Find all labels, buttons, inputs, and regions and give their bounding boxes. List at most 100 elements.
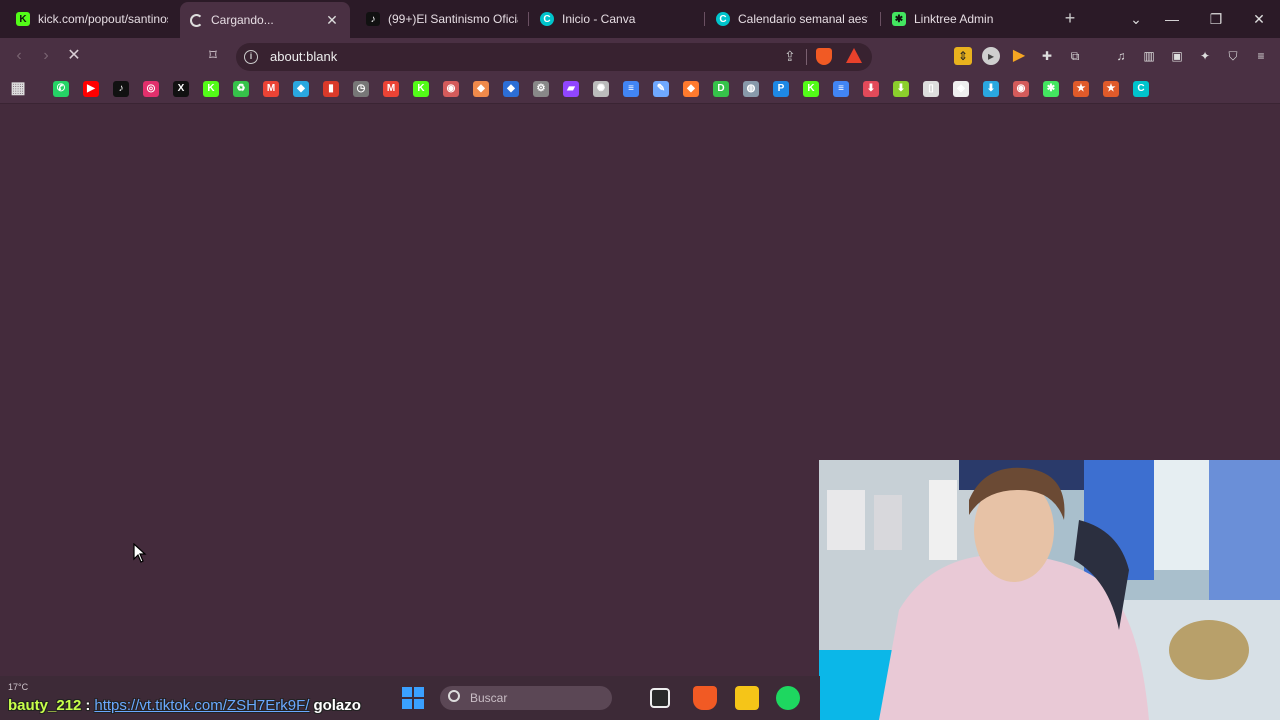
record-icon[interactable]: ◉ bbox=[1013, 81, 1029, 97]
instagram-icon[interactable]: ◎ bbox=[143, 81, 159, 97]
x-icon[interactable]: X bbox=[173, 81, 189, 97]
openai-icon[interactable]: ✺ bbox=[593, 81, 609, 97]
task-view-icon[interactable] bbox=[650, 688, 670, 708]
stream-chat-message: bauty_212 : https://vt.tiktok.com/ZSH7Er… bbox=[0, 692, 361, 718]
kick-icon[interactable]: K bbox=[413, 81, 429, 97]
leo-ai-icon[interactable]: ✦ bbox=[1196, 47, 1214, 65]
apps-grid-icon[interactable]: ▦ bbox=[10, 81, 26, 97]
wallet-icon[interactable]: ▣ bbox=[1168, 47, 1186, 65]
download-icon[interactable]: ⬇ bbox=[893, 81, 909, 97]
brave-rewards-icon[interactable] bbox=[846, 48, 862, 63]
address-bar[interactable]: i about:blank ⇪ bbox=[236, 43, 872, 71]
tab-separator bbox=[704, 12, 705, 26]
sidebar-icon[interactable]: ▥ bbox=[1140, 47, 1158, 65]
canva-icon: C bbox=[540, 12, 554, 26]
star-icon[interactable]: ★ bbox=[1103, 81, 1119, 97]
spotify-icon[interactable] bbox=[776, 686, 800, 710]
forward-button[interactable]: › bbox=[35, 45, 57, 67]
minimize-button[interactable]: — bbox=[1160, 8, 1184, 30]
app-icon[interactable]: ◆ bbox=[503, 81, 519, 97]
clock-icon[interactable]: ◷ bbox=[353, 81, 369, 97]
app-icon[interactable]: ◆ bbox=[473, 81, 489, 97]
tab-canva-calendar[interactable]: C Calendario semanal aesth bbox=[706, 4, 878, 34]
record-icon[interactable]: ◉ bbox=[443, 81, 459, 97]
linktree-icon[interactable]: ✱ bbox=[1043, 81, 1059, 97]
tab-title: Inicio - Canva bbox=[562, 12, 636, 26]
tab-search-chevron-icon[interactable]: ⌄ bbox=[1124, 8, 1148, 30]
tiktok-icon: ♪ bbox=[366, 12, 380, 26]
tab-canva-home[interactable]: C Inicio - Canva bbox=[530, 4, 702, 34]
windows-start-icon[interactable] bbox=[402, 687, 424, 709]
vpn-shield-icon[interactable]: ⛉ bbox=[1224, 47, 1242, 65]
paypal-icon[interactable]: P bbox=[773, 81, 789, 97]
tab-title: (99+)El Santinismo Oficial bbox=[388, 12, 518, 26]
tab-tiktok[interactable]: ♪ (99+)El Santinismo Oficial bbox=[356, 4, 528, 34]
star-icon[interactable]: ★ bbox=[1073, 81, 1089, 97]
tab-kick[interactable]: K kick.com/popout/santinos bbox=[6, 4, 178, 34]
screenshot-icon[interactable]: ⧉ bbox=[1066, 47, 1084, 65]
page-icon[interactable]: ▯ bbox=[923, 81, 939, 97]
brave-browser-icon[interactable] bbox=[693, 686, 717, 710]
close-window-button[interactable]: ✕ bbox=[1247, 8, 1271, 30]
canva-icon[interactable]: C bbox=[1133, 81, 1149, 97]
gmail-icon[interactable]: M bbox=[383, 81, 399, 97]
tab-separator bbox=[880, 12, 881, 26]
recycle-icon[interactable]: ♻ bbox=[233, 81, 249, 97]
taskbar-search[interactable]: Buscar bbox=[440, 686, 612, 710]
youtube-icon[interactable]: ▶ bbox=[83, 81, 99, 97]
d-icon[interactable]: D bbox=[713, 81, 729, 97]
site-info-icon[interactable]: i bbox=[244, 50, 258, 64]
app-icon[interactable]: ◆ bbox=[293, 81, 309, 97]
search-placeholder: Buscar bbox=[470, 691, 508, 705]
canva-icon: C bbox=[716, 12, 730, 26]
close-tab-icon[interactable]: ✕ bbox=[324, 12, 340, 29]
loading-spinner-icon bbox=[190, 13, 203, 27]
chat-username: bauty_212 bbox=[8, 696, 82, 714]
file-explorer-icon[interactable] bbox=[735, 686, 759, 710]
chart-icon[interactable]: ▮ bbox=[323, 81, 339, 97]
gmail-icon[interactable]: M bbox=[263, 81, 279, 97]
navigation-toolbar: ‹ › ✕ ⌑ i about:blank ⇪ ⇕ ▸ ▶ ✚ ⧉ ♫ ▥ ▣ … bbox=[0, 38, 1280, 74]
extension-icon[interactable]: ▸ bbox=[982, 47, 1000, 65]
docs-icon[interactable]: ≡ bbox=[623, 81, 639, 97]
share-icon[interactable]: ⇪ bbox=[784, 48, 800, 64]
diamond-icon[interactable]: ◈ bbox=[953, 81, 969, 97]
media-music-icon[interactable]: ♫ bbox=[1112, 47, 1130, 65]
tab-loading[interactable]: Cargando... ✕ bbox=[180, 2, 350, 38]
kick-icon: K bbox=[16, 12, 30, 26]
tiktok-icon[interactable]: ♪ bbox=[113, 81, 129, 97]
twitch-icon[interactable]: ▰ bbox=[563, 81, 579, 97]
play-extension-icon[interactable]: ▶ bbox=[1010, 47, 1028, 65]
linktree-icon: ✱ bbox=[892, 12, 906, 26]
docs-icon[interactable]: ≡ bbox=[833, 81, 849, 97]
tab-linktree[interactable]: ✱ Linktree Admin bbox=[882, 4, 1054, 34]
weather-widget[interactable]: 17°C bbox=[8, 682, 28, 692]
tab-title: Calendario semanal aesth bbox=[738, 12, 868, 26]
menu-icon[interactable]: ≡ bbox=[1252, 47, 1270, 65]
back-button[interactable]: ‹ bbox=[8, 45, 30, 67]
gear-icon[interactable]: ⚙ bbox=[533, 81, 549, 97]
app-icon[interactable]: ◆ bbox=[683, 81, 699, 97]
webcam-feed-image bbox=[819, 460, 1280, 720]
download-icon[interactable]: ⬇ bbox=[863, 81, 879, 97]
pen-icon[interactable]: ✎ bbox=[653, 81, 669, 97]
webcam-overlay bbox=[819, 460, 1280, 720]
chat-separator: : bbox=[85, 696, 91, 714]
whatsapp-icon[interactable]: ✆ bbox=[53, 81, 69, 97]
kick-icon[interactable]: K bbox=[803, 81, 819, 97]
url-text[interactable]: about:blank bbox=[270, 49, 337, 64]
globe-icon[interactable]: ◍ bbox=[743, 81, 759, 97]
tab-title: Cargando... bbox=[211, 13, 274, 27]
new-tab-button[interactable]: + bbox=[1060, 8, 1080, 28]
bookmark-icon[interactable]: ⌑ bbox=[202, 45, 224, 67]
kick-icon[interactable]: K bbox=[203, 81, 219, 97]
chat-link[interactable]: https://vt.tiktok.com/ZSH7Erk9F/ bbox=[94, 697, 309, 714]
stop-loading-button[interactable]: ✕ bbox=[63, 45, 85, 67]
tab-title: kick.com/popout/santinos bbox=[38, 12, 168, 26]
download-icon[interactable]: ⬇ bbox=[983, 81, 999, 97]
brave-shields-icon[interactable] bbox=[816, 48, 832, 65]
extensions-puzzle-icon[interactable]: ✚ bbox=[1038, 47, 1056, 65]
chat-message-text: golazo bbox=[313, 696, 361, 714]
extension-icon[interactable]: ⇕ bbox=[954, 47, 972, 65]
restore-button[interactable]: ❐ bbox=[1204, 8, 1228, 30]
